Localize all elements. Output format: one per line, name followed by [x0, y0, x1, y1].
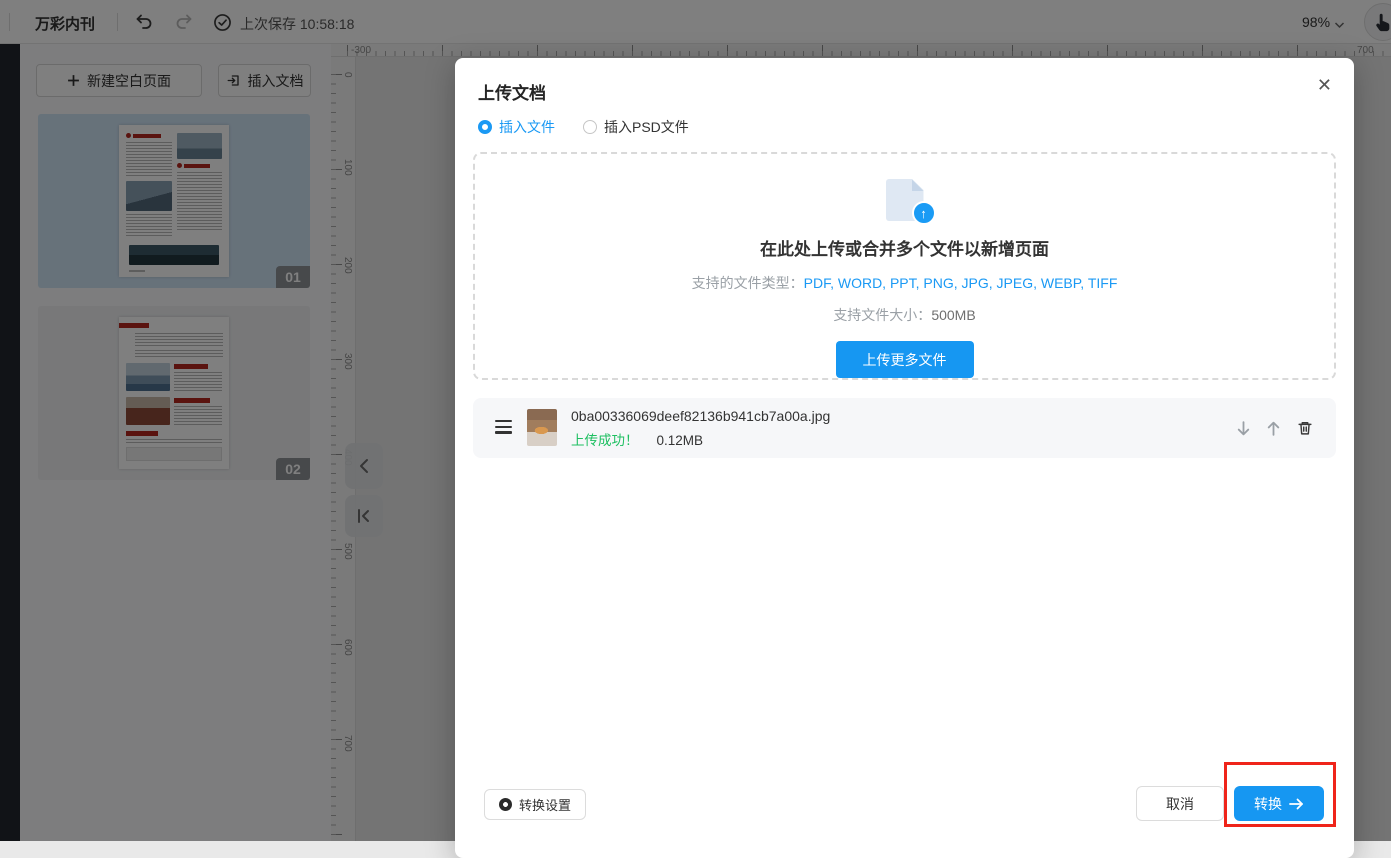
upload-more-files-button[interactable]: 上传更多文件 [836, 341, 974, 378]
radio-unselected-icon [583, 120, 597, 134]
file-name: 0ba00336069deef82136b941cb7a00a.jpg [571, 408, 830, 424]
radio-insert-psd-label: 插入PSD文件 [604, 117, 689, 137]
dialog-title: 上传文档 [478, 79, 546, 104]
types-value: PDF, WORD, PPT, PNG, JPG, JPEG, WEBP, TI… [804, 275, 1118, 291]
upload-success-status: 上传成功！ [571, 433, 639, 448]
size-label: 支持文件大小： [833, 307, 931, 323]
close-icon[interactable]: ✕ [1317, 76, 1332, 94]
supported-types-line: 支持的文件类型：PDF, WORD, PPT, PNG, JPG, JPEG, … [692, 273, 1118, 293]
arrow-right-icon [1289, 798, 1304, 810]
move-up-icon[interactable] [1262, 417, 1284, 439]
cancel-button[interactable]: 取消 [1136, 786, 1224, 821]
types-label: 支持的文件类型： [692, 275, 804, 291]
gear-icon [499, 798, 512, 811]
cancel-label: 取消 [1166, 794, 1194, 814]
file-thumbnail [527, 409, 557, 446]
radio-insert-file-label: 插入文件 [499, 117, 555, 137]
upload-dropzone[interactable]: ↑ 在此处上传或合并多个文件以新增页面 支持的文件类型：PDF, WORD, P… [473, 152, 1336, 380]
convert-settings-label: 转换设置 [519, 795, 571, 814]
move-down-icon[interactable] [1232, 417, 1254, 439]
file-size: 0.12MB [657, 433, 704, 448]
radio-insert-psd[interactable]: 插入PSD文件 [583, 117, 689, 137]
upload-arrow-icon: ↑ [912, 201, 936, 225]
convert-button[interactable]: 转换 [1234, 786, 1324, 821]
convert-settings-button[interactable]: 转换设置 [484, 789, 586, 820]
delete-file-icon[interactable] [1294, 417, 1316, 439]
upload-file-icon: ↑ [886, 179, 924, 221]
uploaded-file-row: 0ba00336069deef82136b941cb7a00a.jpg 上传成功… [473, 398, 1336, 458]
upload-type-radios: 插入文件 插入PSD文件 [478, 117, 689, 137]
radio-insert-file[interactable]: 插入文件 [478, 117, 555, 137]
supported-size-line: 支持文件大小：500MB [833, 305, 975, 325]
dropzone-heading: 在此处上传或合并多个文件以新增页面 [760, 235, 1049, 260]
radio-selected-icon [478, 120, 492, 134]
upload-document-dialog: 上传文档 ✕ 插入文件 插入PSD文件 ↑ 在此处上传或合并多个文件以新增页面 … [455, 58, 1354, 858]
file-status-line: 上传成功！ 0.12MB [571, 429, 703, 449]
drag-handle-icon[interactable] [495, 420, 512, 437]
size-value: 500MB [931, 307, 975, 323]
convert-label: 转换 [1254, 794, 1282, 814]
